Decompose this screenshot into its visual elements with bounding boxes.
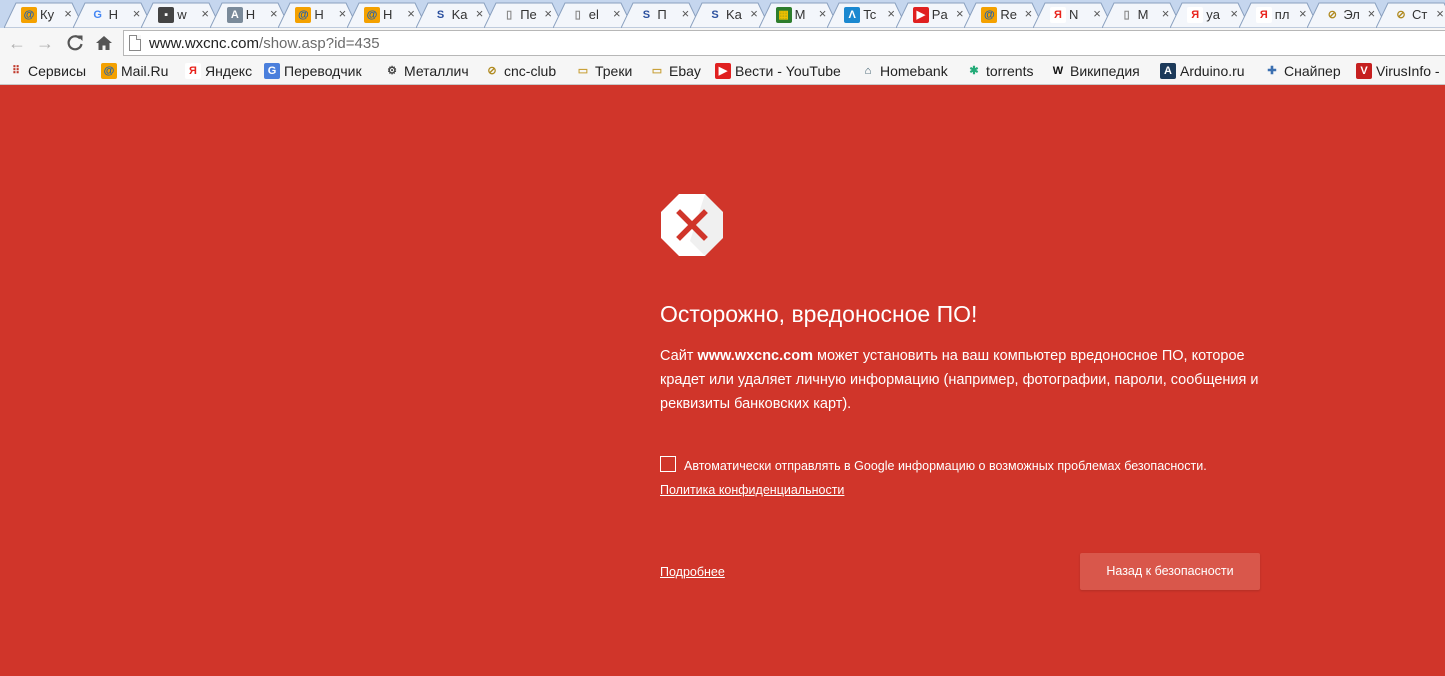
tab-title: ya [1206, 7, 1220, 22]
desc-prefix: Сайт [660, 348, 698, 364]
youtube-icon: ▶ [715, 63, 731, 79]
warning-description: Сайт www.wxcnc.com может установить на в… [660, 344, 1260, 416]
tab-title: Эл [1343, 7, 1360, 22]
forward-arrow-icon[interactable]: → [34, 32, 56, 54]
bookmark-label: Mail.Ru [121, 63, 169, 79]
tab-title: w [177, 7, 187, 22]
puzzle-icon: ✚ [1267, 65, 1277, 77]
tab-title: Re [1000, 7, 1018, 22]
details-link[interactable]: Подробнее [660, 563, 725, 581]
tab-title: Пе [520, 7, 537, 22]
bookmark-label: Homebank [880, 63, 948, 79]
gear-icon: ⚙ [387, 65, 397, 77]
bookmark-label: Металлич [404, 63, 469, 79]
bookmark-label: Сервисы [28, 63, 87, 79]
tab-title: П [657, 7, 667, 22]
page-title: Осторожно, вредоносное ПО! [660, 301, 978, 327]
privacy-policy-link[interactable]: Политика конфиденциальности [660, 481, 844, 499]
apps-grid-icon: ⠿ [11, 65, 21, 77]
translate-icon: G [264, 63, 280, 79]
tab-strip: @ Ку × G H × ▪ w × A H × @ H × @ H × S Ka × ▯ Пе × ▯ el × S П × S Ka × ▦ M… [0, 0, 1445, 28]
bookmark-label: Снайпер [1284, 63, 1341, 79]
tab-title: N [1069, 7, 1079, 22]
browser-tab[interactable]: ⊘ Ст × [1376, 2, 1445, 28]
arduino-icon: A [1160, 63, 1176, 79]
page-icon [129, 35, 141, 51]
url-text[interactable]: www.wxcnc.com/show.asp?id=435 [149, 35, 380, 53]
home-icon[interactable] [93, 32, 115, 54]
tab-title: пл [1274, 7, 1290, 22]
tab-title: H [108, 7, 118, 22]
report-checkbox[interactable] [660, 456, 676, 472]
bookmark-label: Вести - YouTube [735, 63, 841, 79]
malware-stop-icon [660, 193, 724, 257]
mail-ru-icon: @ [981, 7, 998, 23]
tab-title: Ka [726, 7, 742, 22]
folder-icon: ▭ [651, 65, 663, 77]
shop-icon: ▦ [775, 7, 792, 23]
bookmark-label: Переводчик [284, 63, 362, 79]
bookmark-label: Википедия [1070, 63, 1140, 79]
virusinfo-icon: V [1356, 63, 1372, 79]
bookmark-label: Треки [595, 63, 633, 79]
folder-icon: ▭ [577, 65, 589, 77]
tab-title: Pa [931, 7, 948, 22]
home-icon: ⌂ [864, 65, 872, 77]
tab-title: Ka [451, 7, 468, 22]
url-host: www.wxcnc.com [149, 35, 260, 52]
tab-title: Tc [863, 7, 877, 22]
cnc-icon: ⊘ [1396, 9, 1406, 21]
tab-title: H [383, 7, 393, 22]
bookmark-label: Яндекс [205, 63, 253, 79]
mail-ru-icon: @ [21, 7, 37, 23]
blank-page-icon: ▯ [574, 9, 581, 21]
tab-title: el [588, 7, 599, 22]
cnc-icon: ⊘ [1327, 9, 1337, 21]
url-path: /show.asp?id=435 [259, 35, 380, 52]
yandex-icon: Я [1255, 7, 1272, 23]
blank-page-icon: ▯ [1123, 9, 1130, 21]
toolbar: ← → www.wxcnc.com/show.asp?id=435 [0, 28, 1445, 58]
back-to-safety-button[interactable]: Назад к безопасности [1080, 553, 1260, 590]
tab-title: H [245, 7, 256, 22]
bookmark-label: torrents [986, 63, 1034, 79]
wikipedia-icon: W [1052, 65, 1064, 77]
desc-site: www.wxcnc.com [697, 348, 813, 364]
s-letter-icon: S [436, 9, 445, 21]
bookmark-label: Ebay [669, 63, 701, 79]
bookmark-label: VirusInfo - [1376, 63, 1440, 79]
report-checkbox-label[interactable]: Автоматически отправлять в Google информ… [684, 457, 1284, 475]
site-logo-icon: ▪ [158, 7, 175, 23]
google-icon: G [93, 9, 102, 21]
mail-ru-icon: @ [364, 7, 380, 23]
address-bar[interactable]: www.wxcnc.com/show.asp?id=435 [123, 30, 1445, 56]
bookmark-label: Arduino.ru [1180, 63, 1245, 79]
blank-page-icon: ▯ [506, 9, 513, 21]
tab-title: Ку [40, 7, 55, 22]
wave-icon: Λ [844, 7, 861, 23]
tab-title: Ст [1412, 7, 1428, 22]
bookmark-label: cnc-club [504, 63, 557, 79]
torrent-icon: ✱ [969, 65, 979, 77]
reload-icon[interactable] [64, 32, 86, 54]
mail-ru-icon: @ [101, 63, 117, 79]
yandex-icon: Я [185, 63, 201, 79]
yandex-icon: Я [1050, 7, 1066, 23]
close-icon[interactable]: × [1434, 6, 1445, 22]
tab-title: M [1137, 7, 1149, 22]
bookmarks-bar: ⠿ Сервисы @ Mail.Ru Я Яндекс G Переводчик ⚙ Метал… [0, 58, 1445, 85]
back-arrow-icon[interactable]: ← [6, 32, 28, 54]
s-letter-icon: S [711, 9, 719, 21]
tab-title: H [314, 7, 324, 22]
yandex-icon: Я [1187, 7, 1204, 23]
tab-title: M [794, 7, 806, 22]
s-letter-icon: S [642, 9, 651, 21]
cnc-icon: ⊘ [487, 65, 497, 77]
page-scan-icon: A [226, 7, 243, 23]
mail-ru-icon: @ [295, 7, 312, 23]
youtube-icon: ▶ [912, 7, 929, 23]
